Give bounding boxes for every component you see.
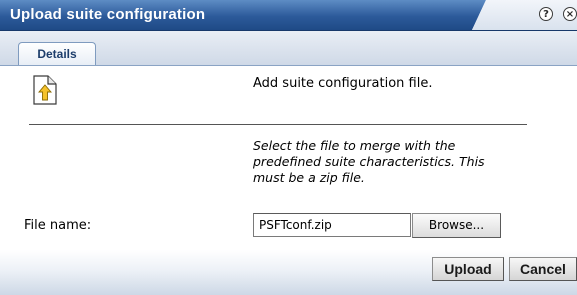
instructions-line-3: must be a zip file. — [253, 170, 365, 185]
title-controls-area — [472, 0, 577, 30]
instructions-text: Select the file to merge with the predef… — [253, 138, 553, 186]
tab-details-label: Details — [37, 47, 77, 61]
file-name-label: File name: — [24, 218, 92, 233]
upload-button[interactable]: Upload — [432, 257, 504, 281]
close-icon[interactable]: × — [563, 7, 577, 21]
upload-document-icon — [33, 75, 57, 105]
browse-button[interactable]: Browse... — [412, 213, 501, 238]
title-controls-background — [472, 0, 577, 30]
instructions-line-1: Select the file to merge with the — [253, 138, 456, 153]
tab-details[interactable]: Details — [18, 42, 96, 65]
upload-suite-configuration-dialog: Upload suite configuration ? × Details A… — [0, 0, 577, 295]
title-bar: Upload suite configuration ? × — [0, 0, 577, 31]
tab-strip: Details — [0, 31, 577, 66]
instructions-line-2: predefined suite characteristics. This — [253, 154, 485, 169]
separator-line — [29, 124, 527, 125]
dialog-heading: Add suite configuration file. — [253, 76, 433, 91]
cancel-button[interactable]: Cancel — [509, 257, 577, 281]
help-icon[interactable]: ? — [539, 7, 553, 21]
file-name-input[interactable] — [253, 213, 411, 237]
dialog-title: Upload suite configuration — [10, 6, 206, 23]
